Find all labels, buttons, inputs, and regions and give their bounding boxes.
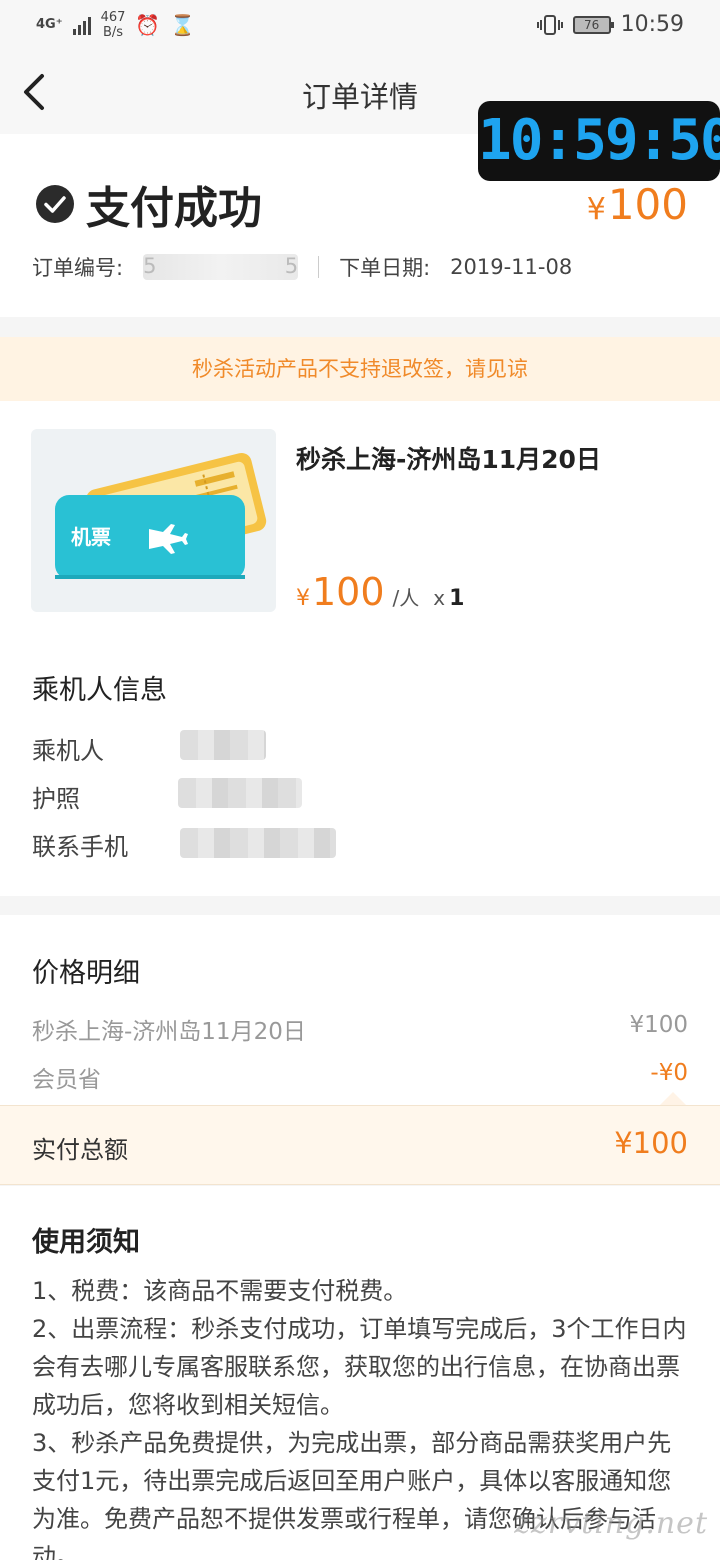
- product-price: ¥ 100 /人 x1: [296, 570, 464, 614]
- quantity-value: 1: [449, 586, 465, 611]
- product-price-currency: ¥: [296, 586, 310, 611]
- divider: [318, 256, 320, 278]
- passport-redacted: [178, 778, 302, 808]
- price-row-label: 秒杀上海-济州岛11月20日: [32, 1019, 306, 1045]
- product-price-value: 100: [312, 570, 385, 614]
- order-number-label: 订单编号:: [32, 256, 124, 280]
- refund-notice: 秒杀活动产品不支持退改签，请见谅: [0, 337, 720, 401]
- check-circle-icon: [36, 185, 74, 223]
- alarm-icon: ⏰: [135, 13, 161, 37]
- payment-status: 支付成功: [86, 183, 262, 234]
- order-amount-value: 100: [607, 180, 688, 229]
- status-time: 10:59: [620, 12, 684, 37]
- status-bar-left: 4G⁺ 467 B/s ⏰ ⌛: [36, 10, 195, 40]
- thumb-label: 机票: [71, 525, 111, 549]
- ticket-illustration: 机票: [55, 452, 267, 579]
- order-date: 2019-11-08: [450, 255, 573, 279]
- member-discount-label: 会员省: [32, 1067, 101, 1093]
- order-meta: 订单编号: 5 5 下单日期: 2019-11-08: [32, 252, 572, 282]
- passenger-name-label: 乘机人: [32, 737, 104, 765]
- caret-pointer: [660, 1092, 686, 1105]
- vibrate-icon: [536, 14, 563, 35]
- network-speed-unit: B/s: [102, 25, 124, 40]
- note-item: 1、税费：该商品不需要支付税费。: [32, 1277, 408, 1305]
- order-amount-currency: ¥: [586, 192, 606, 227]
- network-speed: 467 B/s: [101, 10, 126, 40]
- ticket-thumbnail: 机票: [31, 429, 276, 612]
- status-bar: 4G⁺ 467 B/s ⏰ ⌛ 76 10:59: [0, 0, 720, 52]
- contact-phone-label: 联系手机: [32, 833, 128, 861]
- order-number-suffix: 5: [284, 254, 299, 278]
- total-bar: 实付总额 ¥100: [0, 1105, 720, 1185]
- member-discount-value: -¥0: [650, 1060, 688, 1086]
- signal-icon: [72, 15, 91, 35]
- price-row-value: ¥100: [629, 1012, 688, 1038]
- network-type: 4G⁺: [36, 17, 63, 32]
- network-speed-value: 467: [100, 10, 126, 25]
- order-number-redacted: 5 5: [143, 254, 299, 280]
- product-quantity: x1: [433, 586, 464, 611]
- order-date-label: 下单日期:: [339, 256, 431, 280]
- passenger-name-redacted: [180, 730, 266, 760]
- product-title[interactable]: 秒杀上海-济州岛11月20日: [296, 440, 601, 476]
- order-amount: ¥100: [587, 180, 688, 229]
- watermark: zzrvting.net: [514, 1506, 708, 1541]
- note-item: 2、出票流程：秒杀支付成功，订单填写完成后，3个工作日内会有去哪儿专属客服联系您…: [32, 1315, 687, 1419]
- passenger-section-title: 乘机人信息: [32, 675, 167, 706]
- total-label: 实付总额: [32, 1136, 128, 1164]
- floating-clock: 10:59:50: [478, 101, 720, 181]
- product-price-unit: /人: [392, 586, 420, 610]
- price-detail-title: 价格明细: [32, 958, 140, 989]
- order-number-prefix: 5: [143, 254, 157, 278]
- status-bar-right: 76 10:59: [536, 12, 684, 37]
- usage-notes-title: 使用须知: [32, 1227, 140, 1258]
- total-value: ¥100: [614, 1126, 688, 1160]
- passport-label: 护照: [32, 785, 80, 813]
- hourglass-icon: ⌛: [170, 13, 196, 37]
- contact-phone-redacted: [180, 828, 336, 858]
- battery-icon: 76: [572, 15, 614, 34]
- quantity-prefix: x: [433, 586, 446, 610]
